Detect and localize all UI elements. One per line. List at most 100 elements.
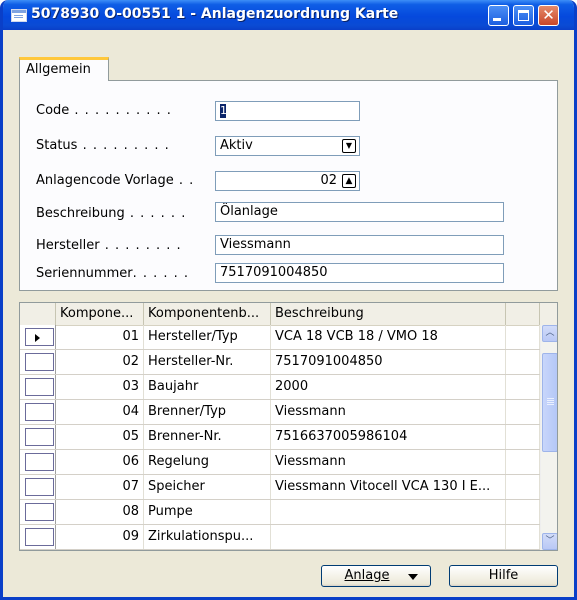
cell-beschreibung[interactable]	[271, 525, 506, 549]
table-row[interactable]: 01 Hersteller/Typ VCA 18 VCB 18 / VMO 18	[20, 325, 540, 350]
row-selector[interactable]	[20, 475, 56, 499]
row-selector-box[interactable]	[25, 353, 54, 371]
cell-komponentenbezeichnung[interactable]: Brenner-Nr.	[144, 425, 271, 449]
hilfe-button[interactable]: Hilfe	[449, 565, 558, 587]
row-selector-box[interactable]	[25, 528, 54, 546]
row-selector[interactable]	[20, 400, 56, 424]
grid-header-komponentennr[interactable]: Kompone...	[56, 303, 144, 325]
cell-extra[interactable]	[506, 325, 540, 349]
grid-header-beschreibung[interactable]: Beschreibung	[271, 303, 506, 325]
beschreibung-field[interactable]: Ölanlage	[215, 202, 504, 222]
cell-beschreibung[interactable]: VCA 18 VCB 18 / VMO 18	[271, 325, 506, 349]
code-label: Code . . . . . . . . . .	[36, 103, 172, 118]
grid-header-komponentenbezeichnung[interactable]: Komponentenb...	[144, 303, 271, 325]
cell-extra[interactable]	[506, 500, 540, 524]
cell-komponentenbezeichnung[interactable]: Zirkulationspu...	[144, 525, 271, 549]
status-select[interactable]: Aktiv ▼	[215, 136, 360, 156]
cell-extra[interactable]	[506, 475, 540, 499]
row-selector-box[interactable]	[25, 378, 54, 396]
hersteller-field[interactable]: Viessmann	[215, 235, 504, 255]
seriennummer-label-text: Seriennummer	[36, 266, 133, 281]
cell-extra[interactable]	[506, 525, 540, 549]
current-row-icon	[35, 334, 40, 342]
cell-komponentennr[interactable]: 05	[56, 425, 144, 449]
cell-komponentennr[interactable]: 06	[56, 450, 144, 474]
hersteller-label-text: Hersteller	[36, 238, 100, 253]
anlage-menu-button[interactable]: Anlage	[321, 565, 431, 587]
table-row[interactable]: 06 Regelung Viessmann	[20, 450, 540, 475]
row-selector-box[interactable]	[25, 403, 54, 421]
grid-header-extra[interactable]	[506, 303, 540, 325]
cell-komponentennr[interactable]: 03	[56, 375, 144, 399]
row-selector-box[interactable]	[25, 478, 54, 496]
anlagencode-field[interactable]: 02 ▲	[215, 171, 360, 191]
cell-komponentennr[interactable]: 02	[56, 350, 144, 374]
cell-beschreibung[interactable]	[271, 500, 506, 524]
seriennummer-field[interactable]: 7517091004850	[215, 263, 504, 283]
status-value: Aktiv	[220, 138, 253, 153]
cell-komponentennr[interactable]: 09	[56, 525, 144, 549]
table-row[interactable]: 07 Speicher Viessmann Vitocell VCA 130 I E…	[20, 475, 540, 500]
cell-beschreibung[interactable]: Viessmann Vitocell VCA 130 I E...	[271, 475, 506, 499]
row-selector-box[interactable]	[25, 453, 54, 471]
cell-beschreibung[interactable]: 2000	[271, 375, 506, 399]
cell-komponentenbezeichnung[interactable]: Hersteller-Nr.	[144, 350, 271, 374]
cell-komponentennr[interactable]: 01	[56, 325, 144, 349]
table-row[interactable]: 05 Brenner-Nr. 7516637005986104	[20, 425, 540, 450]
minimize-icon	[493, 18, 501, 21]
cell-extra[interactable]	[506, 400, 540, 424]
cell-beschreibung[interactable]: 7516637005986104	[271, 425, 506, 449]
row-selector-box[interactable]	[25, 503, 54, 521]
cell-komponentenbezeichnung[interactable]: Pumpe	[144, 500, 271, 524]
row-selector[interactable]	[20, 525, 56, 549]
minimize-button[interactable]	[488, 5, 509, 26]
cell-komponentenbezeichnung[interactable]: Hersteller/Typ	[144, 325, 271, 349]
cell-komponentennr[interactable]: 08	[56, 500, 144, 524]
table-row[interactable]: 03 Baujahr 2000	[20, 375, 540, 400]
beschreibung-label-text: Beschreibung	[36, 206, 125, 221]
title-bar[interactable]: 5078930 O-00551 1 - Anlagenzuordnung Kar…	[3, 0, 574, 30]
row-selector[interactable]	[20, 325, 56, 349]
window-icon[interactable]	[11, 9, 27, 22]
cell-extra[interactable]	[506, 425, 540, 449]
cell-beschreibung[interactable]: Viessmann	[271, 400, 506, 424]
table-row[interactable]: 02 Hersteller-Nr. 7517091004850	[20, 350, 540, 375]
code-value: 1	[220, 103, 227, 118]
code-label-text: Code	[36, 103, 70, 118]
row-selector[interactable]	[20, 375, 56, 399]
cell-komponentennr[interactable]: 07	[56, 475, 144, 499]
cell-extra[interactable]	[506, 375, 540, 399]
cell-komponentenbezeichnung[interactable]: Brenner/Typ	[144, 400, 271, 424]
row-selector-box[interactable]	[25, 428, 54, 446]
window-title: 5078930 O-00551 1 - Anlagenzuordnung Kar…	[31, 6, 399, 22]
row-selector[interactable]	[20, 450, 56, 474]
components-grid: Kompone... Komponentenb... Beschreibung …	[19, 302, 558, 551]
cell-beschreibung[interactable]: Viessmann	[271, 450, 506, 474]
lookup-up-arrow-icon[interactable]: ▲	[342, 174, 356, 188]
scroll-down-icon[interactable]: ﹀	[542, 533, 557, 550]
cell-komponentenbezeichnung[interactable]: Baujahr	[144, 375, 271, 399]
cell-komponentennr[interactable]: 04	[56, 400, 144, 424]
grid-vertical-scrollbar[interactable]: ︿ ﹀	[540, 325, 557, 550]
scroll-up-icon[interactable]: ︿	[542, 325, 557, 342]
beschreibung-label: Beschreibung . . . . . .	[36, 206, 187, 221]
row-selector[interactable]	[20, 425, 56, 449]
cell-extra[interactable]	[506, 350, 540, 374]
scroll-thumb[interactable]	[542, 353, 557, 452]
grid-header-selector	[20, 303, 56, 325]
maximize-button[interactable]	[513, 5, 534, 26]
row-selector[interactable]	[20, 350, 56, 374]
status-dropdown-icon[interactable]: ▼	[342, 139, 356, 153]
cell-komponentenbezeichnung[interactable]: Regelung	[144, 450, 271, 474]
table-row[interactable]: 09 Zirkulationspu...	[20, 525, 540, 550]
row-selector-box[interactable]	[25, 328, 54, 346]
code-field[interactable]: 1	[215, 101, 360, 121]
cell-extra[interactable]	[506, 450, 540, 474]
row-selector[interactable]	[20, 500, 56, 524]
tab-allgemein[interactable]: Allgemein	[19, 57, 109, 81]
table-row[interactable]: 08 Pumpe	[20, 500, 540, 525]
close-button[interactable]: ✕	[538, 5, 559, 26]
cell-beschreibung[interactable]: 7517091004850	[271, 350, 506, 374]
cell-komponentenbezeichnung[interactable]: Speicher	[144, 475, 271, 499]
table-row[interactable]: 04 Brenner/Typ Viessmann	[20, 400, 540, 425]
